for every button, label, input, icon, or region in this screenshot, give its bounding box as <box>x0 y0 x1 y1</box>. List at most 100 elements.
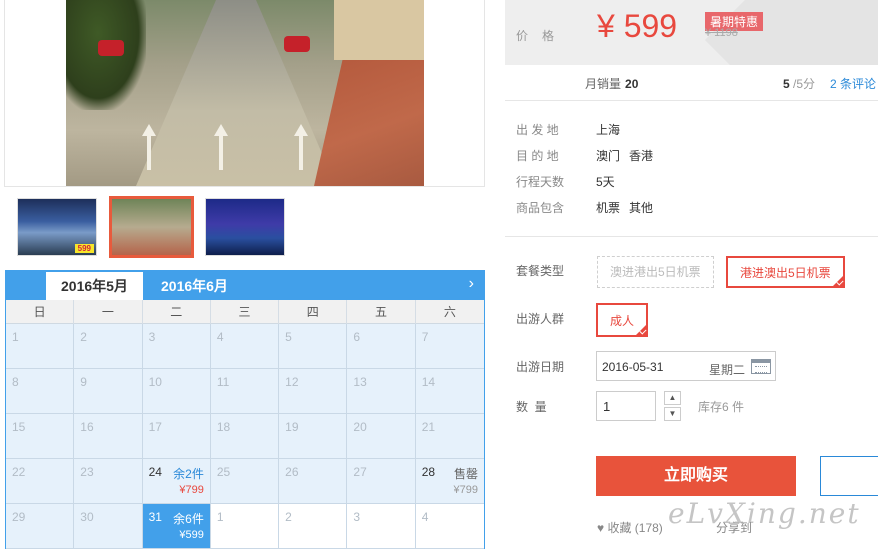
monthly-sales-label: 月销量 <box>585 77 622 91</box>
calendar-day: 2 <box>279 504 348 549</box>
calendar-day: 1 <box>210 504 280 549</box>
traveler-type-adult-selected[interactable]: 成人 <box>596 303 649 337</box>
stock-text: 库存6 件 <box>698 400 745 414</box>
traveler-type-label: 出游人群 <box>516 312 565 326</box>
selected-check-icon <box>832 276 843 286</box>
price-label: 价格 <box>516 29 569 43</box>
info-row-departure: 出 发 地 上海 <box>516 121 662 147</box>
calendar-day-price: ¥799 <box>453 484 478 496</box>
buy-now-button[interactable]: 立即购买 <box>596 456 796 496</box>
calendar-day[interactable]: 31 余6件 ¥599 <box>142 504 211 549</box>
calendar-day: 18 <box>210 414 280 459</box>
reviews-link[interactable]: 2 条评论 <box>830 75 876 92</box>
calendar-day-number: 1 <box>216 510 224 524</box>
add-to-cart-button[interactable] <box>820 456 878 496</box>
travel-date-value: 2016-05-31 <box>602 360 664 374</box>
calendar-day: 8 <box>6 369 75 414</box>
calendar-day-number: 15 <box>12 420 26 434</box>
calendar-day: 22 <box>6 459 75 504</box>
calendar-icon[interactable] <box>751 359 771 374</box>
info-key: 商品包含 <box>516 201 565 215</box>
calendar-day: 4 <box>210 324 280 369</box>
info-value: 其他 <box>629 201 654 215</box>
travel-date-field[interactable]: 2016-05-31 星期二 <box>596 351 776 381</box>
info-value: 上海 <box>596 123 621 137</box>
calendar-day-number: 28 <box>421 465 436 479</box>
thumbnail-3[interactable] <box>205 198 285 256</box>
calendar-day-number: 13 <box>353 375 367 389</box>
weekday-label: 一 <box>74 300 143 324</box>
quantity-label: 数 量 <box>516 400 547 414</box>
travel-date-weekday: 星期二 <box>709 363 746 377</box>
thumbnail-1[interactable]: 599 <box>17 198 97 256</box>
sales-stats: 月销量 20 5 /5分 2 条评论 <box>505 66 878 101</box>
calendar-day-price: ¥599 <box>179 529 204 541</box>
calendar-days: 1 2 3 4 5 6 7 8 9 10 11 12 13 14 15 16 17 18 19 20 21 22 23 24 余… <box>6 324 484 549</box>
calendar-day-number: 2 <box>285 510 292 524</box>
calendar-day-number: 14 <box>421 375 436 389</box>
package-option-2-selected[interactable]: 港进澳出5日机票 <box>726 256 845 288</box>
calendar-day: 11 <box>210 369 280 414</box>
package-type-label: 套餐类型 <box>516 264 565 278</box>
package-option-2-label: 港进澳出5日机票 <box>740 266 831 280</box>
calendar-day-number: 6 <box>353 330 361 344</box>
info-key: 行程天数 <box>516 175 565 189</box>
calendar-day-number: 8 <box>12 375 19 389</box>
tab-may-2016[interactable]: 2016年5月 <box>46 272 143 300</box>
calendar-day-stock: 售罄 <box>453 467 478 481</box>
main-product-photo <box>66 0 424 186</box>
next-month-icon[interactable]: › <box>469 275 474 293</box>
weekday-label: 日 <box>6 300 75 324</box>
divider <box>505 236 878 237</box>
calendar-header: 2016年5月 2016年6月 › <box>6 271 484 300</box>
gallery-border <box>484 0 485 186</box>
selected-check-icon <box>636 325 647 335</box>
calendar-day-number: 12 <box>285 375 299 389</box>
quantity-increase-button[interactable]: ▲ <box>664 391 681 405</box>
quantity-decrease-button[interactable]: ▼ <box>664 407 681 421</box>
tab-june-2016[interactable]: 2016年6月 <box>146 272 243 300</box>
calendar-day-number: 29 <box>12 510 26 524</box>
calendar-day-number: 9 <box>80 375 87 389</box>
favorite-button[interactable]: ♥ 收藏 (178) <box>597 519 663 536</box>
calendar-day: 29 <box>6 504 75 549</box>
calendar-day[interactable]: 24 余2件 ¥799 <box>142 459 211 504</box>
product-page: 599 2016年5月 2016年6月 › 日 一 二 三 四 五 六 1234… <box>0 0 878 551</box>
info-key: 目 的 地 <box>516 149 559 163</box>
calendar-day: 25 <box>210 459 280 504</box>
calendar-day: 17 <box>142 414 211 459</box>
rating-value: 5 <box>783 77 790 91</box>
thumbnail-2-selected[interactable] <box>109 196 194 258</box>
quantity-input[interactable]: 1 <box>596 391 656 421</box>
calendar-day-number: 2 <box>80 330 87 344</box>
weekday-label: 四 <box>279 300 348 324</box>
calendar-day-number: 3 <box>148 330 156 344</box>
calendar-day-number: 16 <box>80 420 94 434</box>
info-value: 澳门 <box>596 149 621 163</box>
package-option-1[interactable]: 澳进港出5日机票 <box>597 256 714 288</box>
calendar-day: 27 <box>347 459 416 504</box>
calendar-day: 13 <box>347 369 416 414</box>
calendar-day-stock: 余2件 <box>173 467 204 481</box>
info-value: 5天 <box>596 175 615 189</box>
calendar-day: 20 <box>347 414 416 459</box>
calendar-day-number: 22 <box>12 465 26 479</box>
calendar-day: 7 <box>415 324 484 369</box>
calendar-day: 4 <box>415 504 484 549</box>
info-value: 香港 <box>629 149 654 163</box>
weekday-header: 日 一 二 三 四 五 六 <box>6 300 484 324</box>
traveler-type-value: 成人 <box>610 314 635 328</box>
calendar-day-number: 31 <box>148 510 162 524</box>
calendar-day-number: 10 <box>148 375 162 389</box>
thumbnail-price-tag: 599 <box>74 244 94 253</box>
weekday-label: 三 <box>211 300 280 324</box>
calendar-day: 10 <box>142 369 211 414</box>
calendar-day-number: 4 <box>421 510 429 524</box>
calendar-day: 1 <box>6 324 75 369</box>
calendar-day: 5 <box>279 324 348 369</box>
departure-calendar: 2016年5月 2016年6月 › 日 一 二 三 四 五 六 12345678… <box>5 270 485 549</box>
calendar-day: 9 <box>74 369 143 414</box>
calendar-day-number: 21 <box>421 420 436 434</box>
calendar-day-number: 25 <box>216 465 231 479</box>
calendar-day[interactable]: 28 售罄 ¥799 <box>415 459 484 504</box>
